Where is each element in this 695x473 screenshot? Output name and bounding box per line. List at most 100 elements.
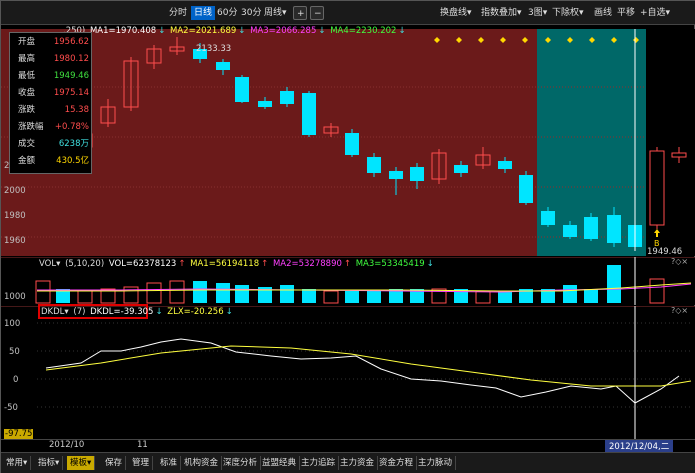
tab-common[interactable]: 常用▾ bbox=[3, 456, 32, 470]
indicator-pane[interactable]: DKDL▾ (7) DKDL=-39.305 ↓ ZLX=-20.256 ↓ 100… bbox=[1, 304, 695, 439]
ex-rights-dropdown[interactable]: 下除权▾ bbox=[549, 6, 587, 20]
ma2-value: MA2=2021.689 bbox=[170, 26, 237, 36]
candle-body bbox=[302, 93, 316, 135]
dkdl-chart[interactable] bbox=[1, 305, 695, 439]
candlestick-chart[interactable]: 2133.33 1949.46 B bbox=[1, 29, 695, 257]
change-pct-value: +0.78% bbox=[54, 122, 89, 132]
candle-body bbox=[235, 77, 249, 102]
chart-toolbar: 分时 日线 60分 30分 周线▾ + − 换盘线▾ 指数叠加▾ 3图▾ 下除权… bbox=[1, 1, 695, 25]
vol-indicator-select[interactable]: VOL▾ bbox=[39, 259, 60, 269]
price-tick-1960: 1960 bbox=[4, 236, 26, 246]
volume-bar bbox=[235, 285, 249, 303]
vol-ma3-value: MA3=53345419 bbox=[355, 259, 425, 269]
ohlc-info-panel: 开盘 1956.62 最高 1980.12 最低 1949.46 收盘 1975.14 … bbox=[9, 32, 92, 174]
ind-tick-100: 100 bbox=[4, 319, 21, 329]
ind-cursor-value: -97.75 bbox=[4, 429, 34, 439]
buy-signal-label: B bbox=[654, 239, 660, 248]
tab-manage[interactable]: 管理 bbox=[129, 456, 154, 470]
pan-button[interactable]: 平移 bbox=[614, 6, 638, 20]
tab-indicators[interactable]: 指标▾ bbox=[35, 456, 64, 470]
price-tick-1980: 1980 bbox=[4, 211, 26, 221]
vol-pane-controls[interactable]: ?◇× bbox=[671, 257, 688, 266]
volume-value: 6238万 bbox=[58, 139, 89, 149]
tab-institutional-funds[interactable]: 机构资金 bbox=[181, 456, 223, 470]
open-value: 1956.62 bbox=[53, 37, 89, 47]
tab-yimeng-classic[interactable]: 益盟经典 bbox=[259, 456, 301, 470]
candle-body bbox=[410, 167, 424, 181]
vol-value: VOL=62378123 bbox=[108, 259, 177, 269]
time-tick-nov: 11 bbox=[137, 440, 148, 450]
tab-main-pulse[interactable]: 主力脉动 bbox=[415, 456, 457, 470]
add-watchlist-dropdown[interactable]: +自选▾ bbox=[637, 6, 673, 20]
candle-body bbox=[607, 215, 621, 243]
switch-stock-dropdown[interactable]: 换盘线▾ bbox=[437, 6, 475, 20]
close-value: 1975.14 bbox=[53, 88, 89, 98]
bottom-tab-bar: 常用▾ 指标▾ 模板▾ 保存 管理 标准 机构资金 深度分析 益盟经典 主力追踪… bbox=[1, 452, 695, 473]
candle-body bbox=[389, 171, 403, 179]
candle-body bbox=[258, 101, 272, 107]
change-value: 15.38 bbox=[64, 105, 89, 115]
candle-body bbox=[671, 152, 687, 158]
period-select-weekly[interactable]: 周线▾ bbox=[261, 6, 290, 20]
price-tick-2000: 2000 bbox=[4, 186, 26, 196]
ma1-value: MA1=1970.408 bbox=[89, 26, 157, 36]
tab-depth-analysis[interactable]: 深度分析 bbox=[220, 456, 262, 470]
volume-bar bbox=[367, 291, 381, 303]
volume-bar bbox=[216, 283, 230, 303]
vol-tick: 1000 bbox=[4, 292, 26, 302]
app-window: 分时 日线 60分 30分 周线▾ + − 换盘线▾ 指数叠加▾ 3图▾ 下除权… bbox=[0, 0, 695, 473]
time-tick-oct: 2012/10 bbox=[49, 440, 85, 450]
indicator-legend: DKDL▾ (7) DKDL=-39.305 ↓ ZLX=-20.256 ↓ bbox=[41, 307, 233, 317]
price-chart-pane[interactable]: 2133.33 1949.46 B ,250) MA1=1970.408 ↓ MA… bbox=[1, 26, 695, 257]
volume-bar bbox=[498, 291, 512, 303]
volume-bar bbox=[584, 289, 598, 303]
volume-bar bbox=[345, 291, 359, 303]
amount-value: 430.5亿 bbox=[56, 156, 89, 166]
candle-body bbox=[367, 157, 381, 173]
volume-bar bbox=[563, 285, 577, 303]
period-tab-intraday[interactable]: 分时 bbox=[166, 6, 190, 20]
high-label: 2133.33 bbox=[196, 44, 231, 54]
price-legend: ,250) MA1=1970.408 ↓ MA2=2021.689 ↓ MA3=20… bbox=[63, 26, 406, 36]
candle-body bbox=[649, 150, 665, 226]
index-overlay-dropdown[interactable]: 指数叠加▾ bbox=[478, 6, 525, 20]
period-tab-60min[interactable]: 60分 bbox=[214, 6, 240, 20]
vol-ma2-value: MA2=53278890 bbox=[272, 259, 342, 269]
tab-standard[interactable]: 标准 bbox=[157, 456, 182, 470]
volume-pane[interactable]: VOL▾ (5,10,20) VOL=62378123 ↑ MA1=5619411… bbox=[1, 256, 695, 305]
candle-body bbox=[216, 62, 230, 70]
candle-body bbox=[584, 217, 598, 239]
cursor-date: 2012/12/04,二 bbox=[605, 440, 674, 452]
tab-fund-equation[interactable]: 资金方程 bbox=[376, 456, 418, 470]
volume-bar bbox=[607, 265, 621, 303]
candle-body bbox=[563, 225, 577, 237]
ind-tick-neg50: -50 bbox=[4, 403, 18, 413]
tab-main-tracking[interactable]: 主力追踪 bbox=[298, 456, 340, 470]
ma3-value: MA3=2066.285 bbox=[250, 26, 317, 36]
ind-tick-0: 0 bbox=[13, 375, 19, 385]
period-tab-daily[interactable]: 日线 bbox=[191, 6, 216, 20]
ind-pane-controls[interactable]: ?◇× bbox=[671, 306, 688, 315]
ind-tick-50: 50 bbox=[9, 347, 20, 357]
draw-line-button[interactable]: 画线 bbox=[591, 6, 615, 20]
candle-body bbox=[280, 91, 294, 104]
low-value: 1949.46 bbox=[53, 71, 89, 81]
ma4-value: MA4=2230.202 bbox=[330, 26, 397, 36]
tab-template[interactable]: 模板▾ bbox=[67, 456, 96, 470]
zoom-out-button[interactable]: − bbox=[310, 6, 324, 20]
low-label: 1949.46 bbox=[647, 247, 682, 256]
layout-dropdown[interactable]: 3图▾ bbox=[525, 6, 550, 20]
candle-body bbox=[498, 161, 512, 169]
high-value: 1980.12 bbox=[53, 54, 89, 64]
time-axis: 2012/10 11 2012/12/04,二 bbox=[1, 439, 695, 452]
vol-ma1-value: MA1=56194118 bbox=[190, 259, 260, 269]
candle-body bbox=[454, 165, 468, 173]
tab-save[interactable]: 保存 bbox=[102, 456, 127, 470]
volume-legend: VOL▾ (5,10,20) VOL=62378123 ↑ MA1=5619411… bbox=[39, 259, 434, 269]
zoom-in-button[interactable]: + bbox=[293, 6, 307, 20]
volume-bar bbox=[280, 285, 294, 303]
indicator-select[interactable]: DKDL▾ bbox=[41, 307, 69, 317]
candle-body bbox=[541, 211, 555, 225]
candle-body bbox=[345, 133, 359, 155]
tab-main-funds[interactable]: 主力资金 bbox=[337, 456, 379, 470]
